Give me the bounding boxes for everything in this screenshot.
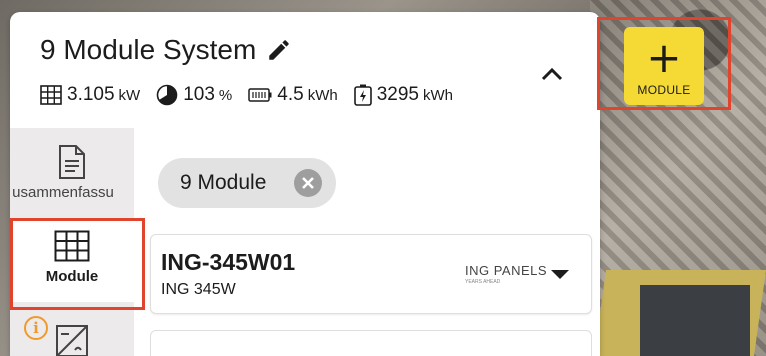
page-title: 9 Module System	[40, 34, 292, 66]
module-model: ING 345W	[161, 281, 236, 298]
module-card[interactable]	[150, 330, 592, 356]
stat-energy: 3295 kWh	[353, 84, 453, 106]
inverter-icon	[56, 325, 88, 356]
stat-storage: 4.5 kWh	[248, 84, 338, 106]
info-icon[interactable]: i	[24, 316, 48, 340]
system-title: 9 Module System	[40, 34, 257, 65]
module-card[interactable]: ING-345W01 ING 345W ING PANELS YEARS AHE…	[150, 234, 592, 314]
stat-power: 3.105 kW	[40, 84, 140, 106]
brand-logo: ING PANELS YEARS AHEAD	[465, 263, 548, 285]
collapse-chevron-icon[interactable]	[540, 64, 564, 84]
highlight-box	[597, 17, 731, 110]
map-roof-panel	[640, 285, 750, 356]
system-stats: 3.105 kW 103% 4.5 kWh 3295 kWh	[40, 84, 469, 106]
highlight-box	[10, 218, 145, 310]
stat-ratio: 103%	[156, 84, 232, 106]
chevron-down-icon[interactable]	[551, 270, 569, 279]
document-icon	[59, 145, 85, 179]
energy-icon	[353, 84, 372, 106]
sidebar-item-label: usammenfassu	[12, 184, 114, 201]
grid-icon	[40, 85, 62, 105]
battery-icon	[248, 88, 272, 102]
pie-chart-icon	[156, 84, 178, 106]
module-filter-chip[interactable]: 9 Module	[158, 158, 336, 208]
pencil-icon[interactable]	[266, 37, 292, 63]
module-name: ING-345W01	[161, 249, 296, 275]
close-icon[interactable]	[294, 169, 322, 197]
sidebar-item-summary[interactable]: usammenfassu	[10, 136, 134, 220]
